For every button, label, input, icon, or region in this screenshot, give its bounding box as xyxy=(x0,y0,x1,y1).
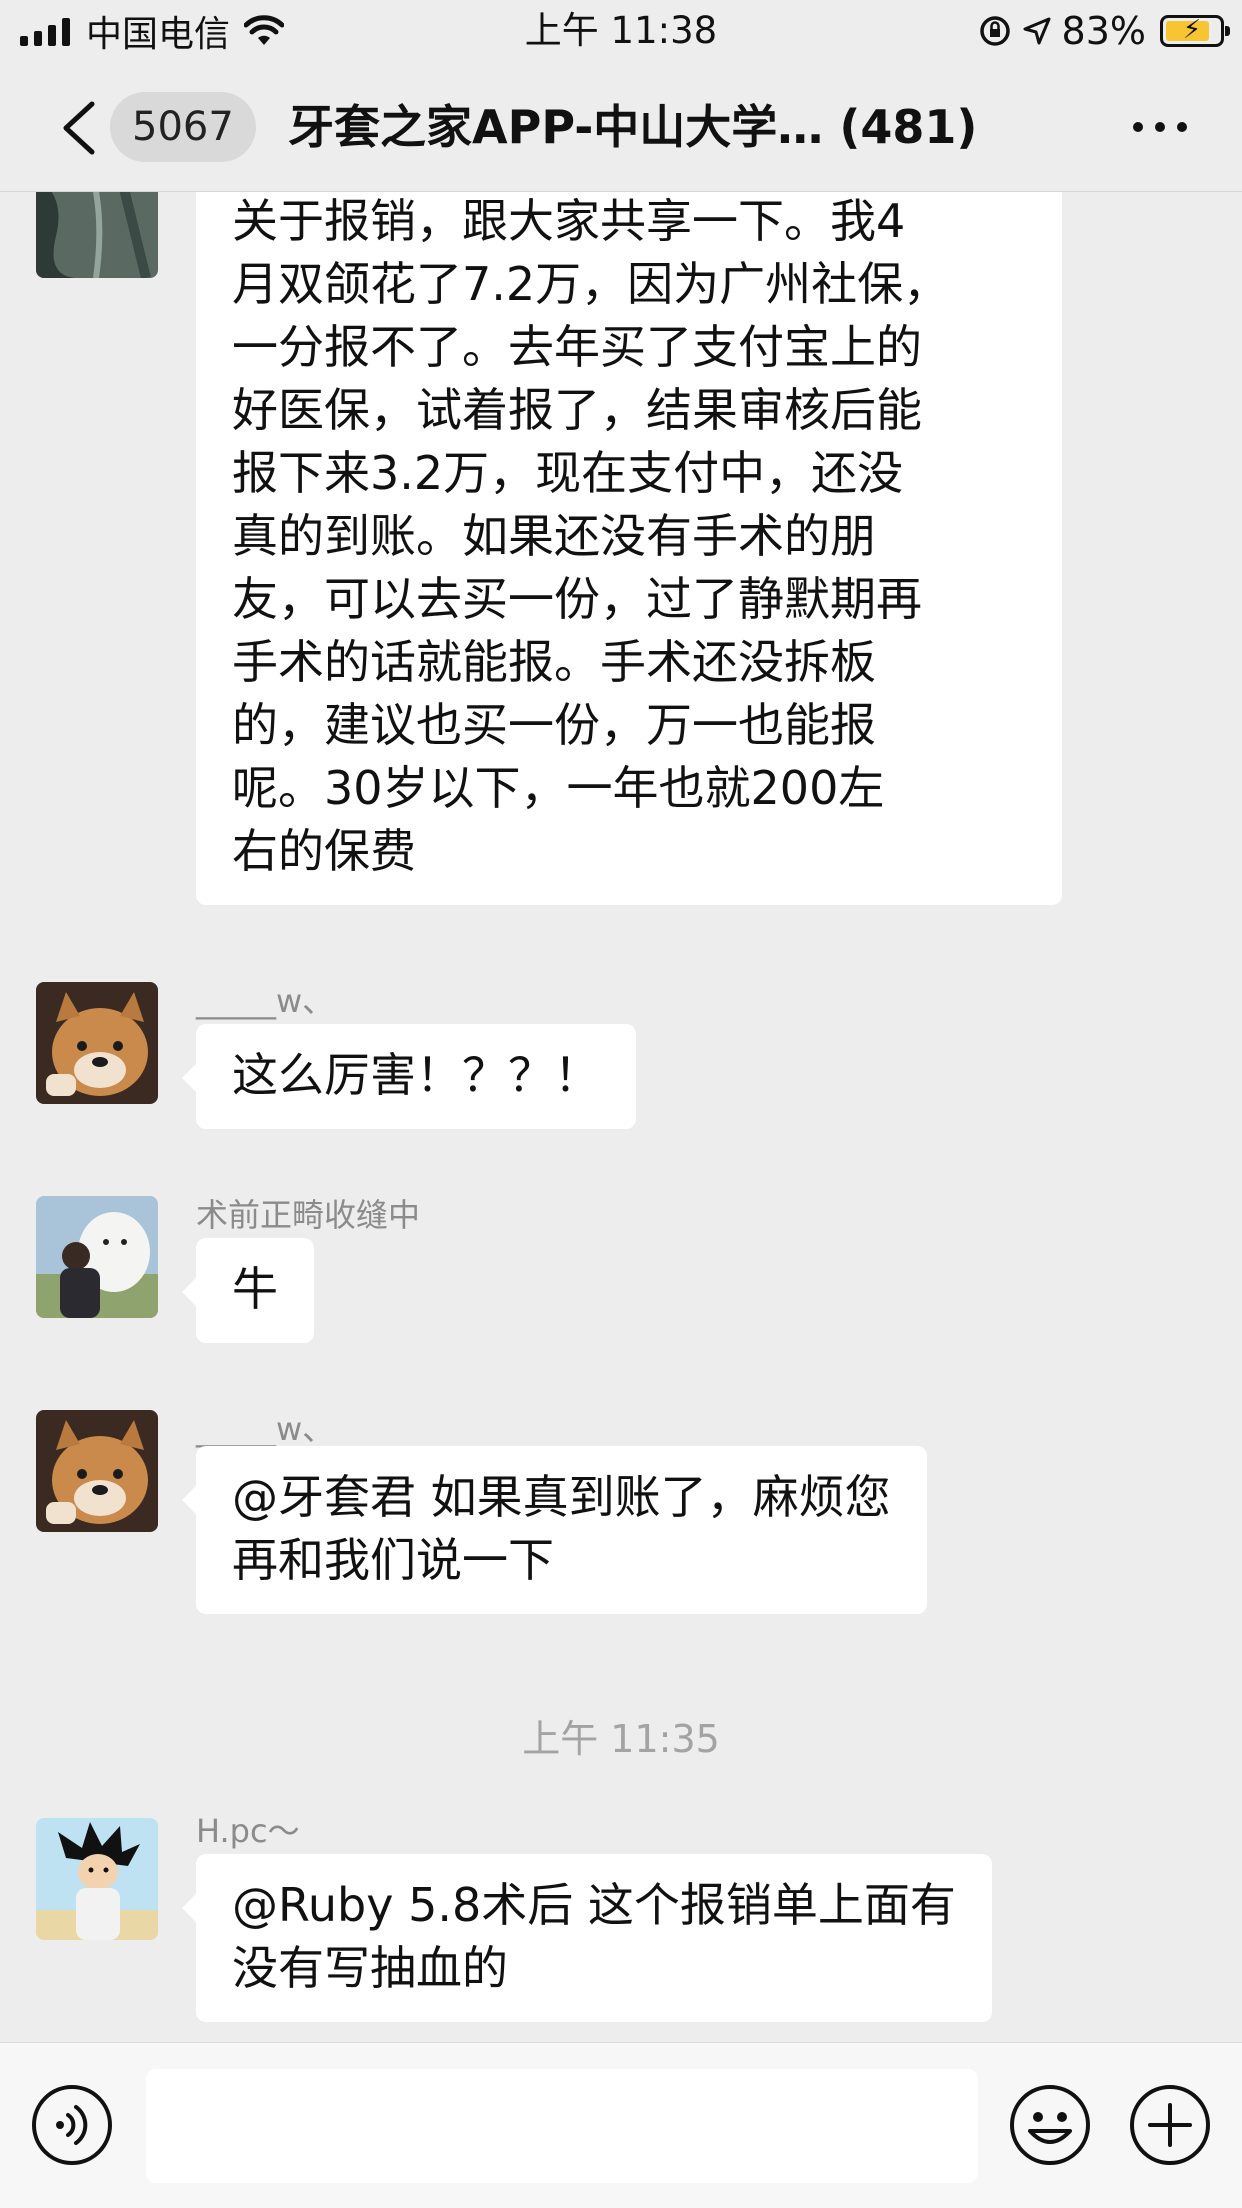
message-line: @Ruby 5.8术后 这个报销单上面有 xyxy=(232,1878,956,1932)
message-line: 一分报不了。去年买了支付宝上的 xyxy=(232,320,922,374)
voice-icon[interactable] xyxy=(30,2083,114,2167)
status-right: 83% ⚡ xyxy=(978,8,1230,54)
message-line: 友，可以去买一份，过了静默期再 xyxy=(232,572,922,626)
plus-icon[interactable] xyxy=(1128,2083,1212,2167)
message-line: 手术的话就能报。手术还没拆板 xyxy=(232,635,876,689)
sender-name: H.pc～ xyxy=(196,1812,300,1850)
chat-area[interactable]: 关于报销，跟大家共享一下。我4 月双颌花了7.2万，因为广州社保， 一分报不了。… xyxy=(0,192,1242,2042)
emoji-icon[interactable] xyxy=(1008,2083,1092,2167)
sender-name: _____w、 xyxy=(196,1410,335,1448)
message-line: 真的到账。如果还没有手术的朋 xyxy=(232,509,876,563)
message-line: 呢。30岁以下，一年也就200左 xyxy=(232,761,885,815)
message-line: 没有写抽血的 xyxy=(232,1941,508,1995)
message-line: 右的保费 xyxy=(232,824,416,878)
message-bubble[interactable]: 关于报销，跟大家共享一下。我4 月双颌花了7.2万，因为广州社保， 一分报不了。… xyxy=(196,192,1062,905)
avatar[interactable] xyxy=(36,1196,158,1318)
more-dots-icon[interactable] xyxy=(1130,112,1190,142)
chat-title: 牙套之家APP-中山大学… (481) xyxy=(288,100,978,154)
message-line: 的，建议也买一份，万一也能报 xyxy=(232,698,876,752)
sender-name: 术前正畸收缝中 xyxy=(196,1196,421,1234)
avatar[interactable] xyxy=(36,1410,158,1532)
avatar[interactable] xyxy=(36,1818,158,1940)
time-divider: 上午 11:35 xyxy=(522,1717,720,1761)
message-line: 牛 xyxy=(232,1262,278,1316)
input-bar xyxy=(0,2042,1242,2208)
orientation-lock-icon xyxy=(979,16,1010,46)
sender-name: _____w、 xyxy=(196,982,335,1020)
message-bubble[interactable]: 牛 xyxy=(182,1238,314,1343)
battery-icon: ⚡ xyxy=(1160,15,1230,47)
message-line: @牙套君 如果真到账了，麻烦您 xyxy=(232,1470,891,1524)
avatar[interactable] xyxy=(36,982,158,1104)
battery-percentage: 83% xyxy=(1061,9,1146,53)
status-bar: 中国电信 上午 11:38 83% ⚡ xyxy=(0,0,1242,62)
chevron-left-icon[interactable] xyxy=(56,100,106,156)
message-line: 好医保，试着报了，结果审核后能 xyxy=(232,383,922,437)
message-bubble[interactable]: @Ruby 5.8术后 这个报销单上面有 没有写抽血的 xyxy=(182,1854,992,2022)
message-bubble[interactable]: 这么厉害！？？！ xyxy=(182,1024,636,1129)
message-line: 月双颌花了7.2万，因为广州社保， xyxy=(232,257,950,311)
message-line: 这么厉害！？？！ xyxy=(232,1048,600,1102)
avatar[interactable] xyxy=(36,192,158,278)
nav-bar: 5067 牙套之家APP-中山大学… (481) xyxy=(0,62,1242,192)
message-bubble[interactable]: @牙套君 如果真到账了，麻烦您 再和我们说一下 xyxy=(182,1446,927,1614)
message-line: 再和我们说一下 xyxy=(232,1533,554,1587)
location-arrow-icon xyxy=(1023,17,1051,45)
unread-count-badge[interactable]: 5067 xyxy=(110,92,256,162)
message-line: 关于报销，跟大家共享一下。我4 xyxy=(232,194,906,248)
message-input[interactable] xyxy=(146,2069,978,2183)
message-line: 报下来3.2万，现在支付中，还没 xyxy=(232,446,904,500)
